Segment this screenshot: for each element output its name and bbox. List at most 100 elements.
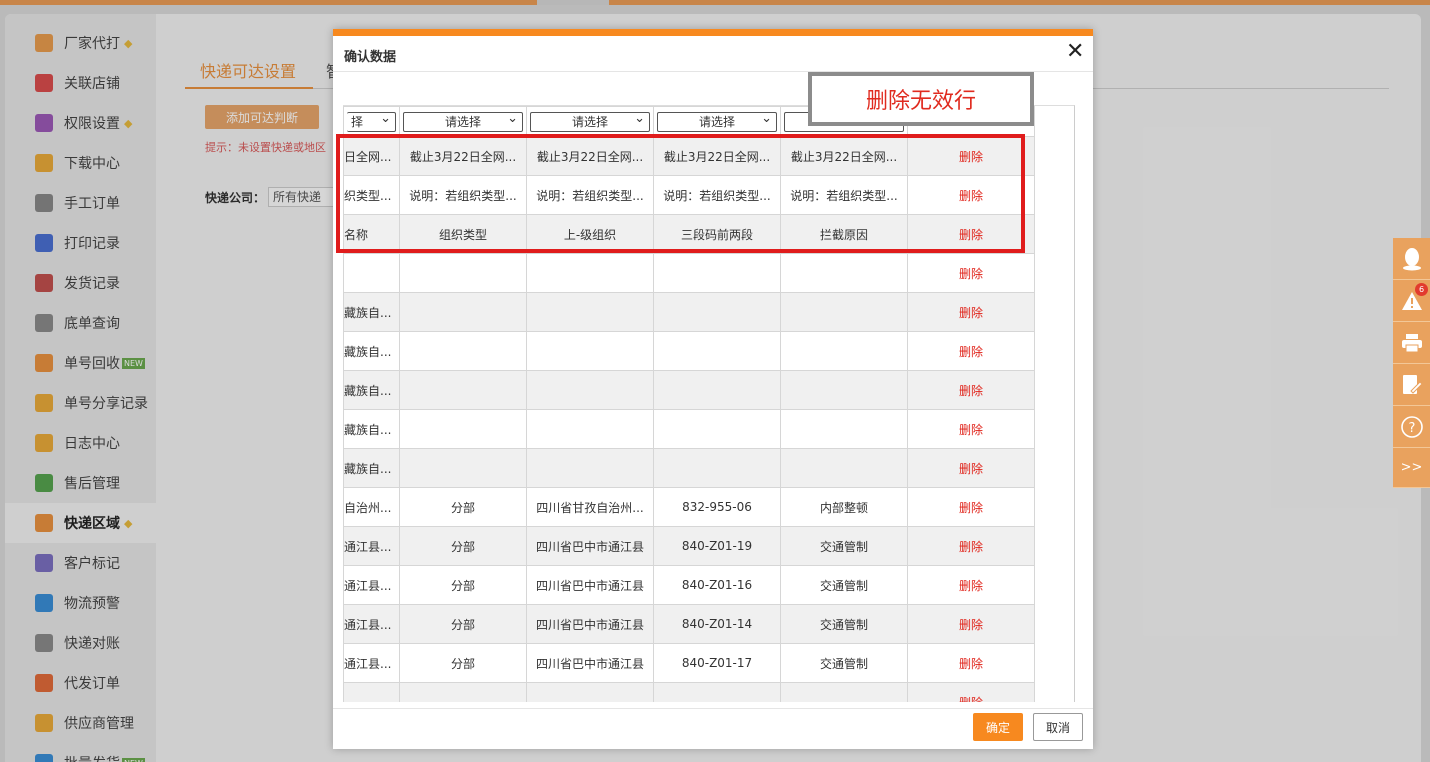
table-row: 藏族自... 删除 <box>343 331 1035 371</box>
table-cell: 分部 <box>399 643 527 683</box>
table-cell: 交通管制 <box>780 643 908 683</box>
column-mapping-select[interactable]: 请选择 <box>403 110 523 132</box>
table-cell: 内部整顿 <box>780 487 908 527</box>
header-cell: 请选择 <box>653 106 781 137</box>
table-cell: 840-Z01-16 <box>653 565 781 605</box>
table-row: 藏族自... 删除 <box>343 448 1035 488</box>
delete-row-link[interactable]: 删除 <box>907 331 1035 371</box>
cancel-button[interactable]: 取消 <box>1033 713 1083 741</box>
table-cell: 四川省巴中市通江县 <box>526 565 654 605</box>
table-cell: 通江县... <box>343 643 400 683</box>
table-cell: 分部 <box>399 565 527 605</box>
edit-button[interactable] <box>1393 364 1430 406</box>
delete-invalid-rows-callout: 删除无效行 <box>808 72 1034 126</box>
table-cell: 分部 <box>399 604 527 644</box>
printer-icon <box>1401 333 1422 352</box>
table-cell <box>653 682 781 702</box>
expand-toolbar-button[interactable]: >> <box>1393 448 1430 488</box>
table-cell: 通江县... <box>343 526 400 566</box>
table-cell: 840-Z01-17 <box>653 643 781 683</box>
alert-button[interactable]: 6 <box>1393 280 1430 322</box>
column-mapping-select[interactable]: 请选择 <box>530 110 650 132</box>
invalid-rows-highlight <box>336 134 1025 253</box>
table-cell: 交通管制 <box>780 604 908 644</box>
table-cell: 分部 <box>399 487 527 527</box>
table-cell: 交通管制 <box>780 565 908 605</box>
table-cell <box>399 253 527 293</box>
table-cell <box>780 253 908 293</box>
table-cell: 分部 <box>399 526 527 566</box>
confirm-button[interactable]: 确定 <box>973 713 1023 741</box>
alert-count-badge: 6 <box>1415 283 1428 296</box>
table-cell <box>780 448 908 488</box>
print-button[interactable] <box>1393 322 1430 364</box>
table-cell <box>399 409 527 449</box>
table-row: 藏族自... 删除 <box>343 292 1035 332</box>
table-row: 通江县... 分部 四川省巴中市通江县 840-Z01-19 交通管制 删除 <box>343 526 1035 566</box>
table-cell: 840-Z01-19 <box>653 526 781 566</box>
edit-icon <box>1402 374 1422 394</box>
delete-row-link[interactable]: 删除 <box>907 526 1035 566</box>
table-row: 通江县... 分部 四川省巴中市通江县 840-Z01-16 交通管制 删除 <box>343 565 1035 605</box>
table-cell <box>526 682 654 702</box>
svg-text:?: ? <box>1408 421 1415 436</box>
table-cell <box>399 682 527 702</box>
table-cell: 四川省巴中市通江县 <box>526 604 654 644</box>
table-cell <box>780 370 908 410</box>
table-row: 通江县... 分部 四川省巴中市通江县 840-Z01-14 交通管制 删除 <box>343 604 1035 644</box>
delete-row-link[interactable]: 删除 <box>907 253 1035 293</box>
table-cell <box>343 682 400 702</box>
table-cell: 通江县... <box>343 565 400 605</box>
table-cell: 藏族自... <box>343 370 400 410</box>
table-cell <box>780 331 908 371</box>
table-cell <box>653 292 781 332</box>
table-cell: 藏族自... <box>343 409 400 449</box>
table-cell <box>343 253 400 293</box>
header-cell: 请选择 <box>399 106 527 137</box>
help-button[interactable]: ? <box>1393 406 1430 448</box>
delete-row-link[interactable]: 删除 <box>907 448 1035 488</box>
table-cell: 通江县... <box>343 604 400 644</box>
table-cell <box>526 253 654 293</box>
table-row: 藏族自... 删除 <box>343 370 1035 410</box>
delete-row-link[interactable]: 删除 <box>907 409 1035 449</box>
penguin-icon <box>1402 247 1421 270</box>
column-mapping-select[interactable]: 择 <box>347 110 396 132</box>
column-mapping-select[interactable]: 请选择 <box>657 110 777 132</box>
delete-row-link[interactable]: 删除 <box>907 643 1035 683</box>
close-icon[interactable]: ✕ <box>1066 40 1084 64</box>
table-cell: 藏族自... <box>343 292 400 332</box>
table-cell: 交通管制 <box>780 526 908 566</box>
header-cell: 择 <box>343 106 400 137</box>
table-cell <box>653 253 781 293</box>
table-row: 通江县... 分部 四川省巴中市通江县 840-Z01-17 交通管制 删除 <box>343 643 1035 683</box>
dialog-accent-bar <box>333 29 1093 36</box>
qq-support-button[interactable] <box>1393 238 1430 280</box>
table-cell: 自治州... <box>343 487 400 527</box>
table-cell <box>780 409 908 449</box>
header-cell: 请选择 <box>526 106 654 137</box>
delete-row-link[interactable]: 删除 <box>907 370 1035 410</box>
table-cell: 四川省甘孜自治州... <box>526 487 654 527</box>
delete-row-link[interactable]: 删除 <box>907 292 1035 332</box>
table-cell <box>399 448 527 488</box>
delete-row-link[interactable]: 删除 <box>907 565 1035 605</box>
delete-row-link[interactable]: 删除 <box>907 487 1035 527</box>
table-cell: 四川省巴中市通江县 <box>526 526 654 566</box>
table-cell: 840-Z01-14 <box>653 604 781 644</box>
table-cell: 四川省巴中市通江县 <box>526 643 654 683</box>
table-cell <box>526 370 654 410</box>
table-cell <box>780 682 908 702</box>
question-icon: ? <box>1400 415 1423 438</box>
table-cell <box>653 448 781 488</box>
delete-row-link[interactable]: 删除 <box>907 604 1035 644</box>
table-cell <box>399 292 527 332</box>
table-cell <box>780 292 908 332</box>
table-cell <box>526 331 654 371</box>
table-row: 藏族自... 删除 <box>343 409 1035 449</box>
table-cell <box>653 409 781 449</box>
table-cell: 832-955-06 <box>653 487 781 527</box>
delete-row-link[interactable]: 删除 <box>907 682 1035 702</box>
table-cell <box>526 409 654 449</box>
table-cell <box>653 331 781 371</box>
